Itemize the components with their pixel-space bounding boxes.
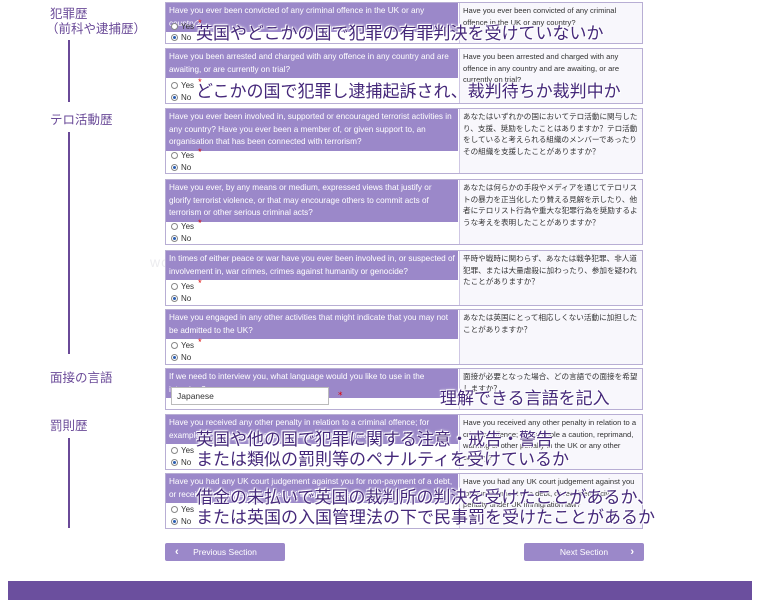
previous-section-label: Previous Section — [193, 547, 257, 557]
radio-yes[interactable]: Yes * — [171, 278, 202, 292]
question-text: Have you been arrested and charged with … — [166, 49, 458, 78]
question-row-other-activities: Have you engaged in any other activities… — [165, 309, 643, 365]
radio-circle[interactable] — [171, 342, 178, 349]
radio-yes[interactable]: Yes * — [171, 337, 202, 351]
radio-circle[interactable] — [171, 235, 178, 242]
radio-no[interactable]: No — [171, 92, 191, 103]
radio-circle[interactable] — [171, 94, 178, 101]
question-row-glorify-terrorism: Have you ever, by any means or medium, e… — [165, 179, 643, 245]
question-text: Have you ever, by any means or medium, e… — [166, 180, 458, 222]
radio-no[interactable]: No — [171, 457, 191, 468]
side-label-criminal-sub: （前科や逮捕歴） — [46, 21, 147, 36]
interview-language-input[interactable]: Japanese — [171, 387, 329, 405]
radio-yes[interactable]: Yes — [171, 504, 194, 515]
required-mark: * — [198, 218, 202, 228]
radio-circle[interactable] — [171, 295, 178, 302]
radio-no[interactable]: No — [171, 352, 191, 363]
radio-no[interactable]: No — [171, 516, 191, 527]
side-label-criminal: 犯罪歴 — [50, 6, 88, 21]
question-help-text: あなたは何らかの手段やメディアを通じてテロリストの暴力を正当化したり賛える見解を… — [459, 180, 642, 244]
annotation-overlay: 英国や他の国で犯罪に関する注意・戒告・警告 — [196, 430, 553, 450]
required-mark: * — [198, 147, 202, 157]
radio-circle[interactable] — [171, 34, 178, 41]
radio-circle[interactable] — [171, 506, 178, 513]
section-divider-line — [68, 132, 70, 354]
next-section-button[interactable]: Next Section › — [524, 543, 644, 561]
chevron-left-icon: ‹ — [175, 546, 179, 558]
question-row-war-crimes: In times of either peace or war have you… — [165, 250, 643, 306]
radio-yes[interactable]: Yes — [171, 445, 194, 456]
radio-circle[interactable] — [171, 164, 178, 171]
chevron-right-icon: › — [630, 546, 634, 558]
annotation-overlay: 理解できる言語を記入 — [440, 389, 610, 409]
radio-circle[interactable] — [171, 82, 178, 89]
radio-yes[interactable]: Yes * — [171, 218, 202, 232]
section-divider-line — [68, 40, 70, 102]
application-form-page: workingholiday-net.com working-net.com -… — [0, 0, 768, 600]
side-label-terrorism: テロ活動歴 — [50, 112, 113, 127]
annotation-overlay: または英国の入国管理法の下で民事罰を受けたことがあるか — [196, 508, 655, 528]
radio-circle[interactable] — [171, 354, 178, 361]
question-text: Have you ever been involved in, supporte… — [166, 109, 458, 151]
radio-circle[interactable] — [171, 152, 178, 159]
footer-bar — [8, 581, 752, 600]
question-help-text: 平時や戦時に関わらず、あなたは戦争犯罪、非人道犯罪、または大量虐殺に加わったり、… — [459, 251, 642, 305]
radio-no[interactable]: No — [171, 293, 191, 304]
question-text: In times of either peace or war have you… — [166, 251, 458, 280]
annotation-overlay: または類似の罰則等のペナルティを受けているか — [196, 450, 569, 470]
radio-circle[interactable] — [171, 447, 178, 454]
radio-no[interactable]: No — [171, 162, 191, 173]
required-mark: * — [198, 278, 202, 288]
next-section-label: Next Section — [559, 547, 609, 557]
radio-circle[interactable] — [171, 23, 178, 30]
radio-circle[interactable] — [171, 518, 178, 525]
question-help-text: あなたはいずれかの国においてテロ活動に関与したり、支援、奨励をしたことはあります… — [459, 109, 642, 173]
radio-no[interactable]: No — [171, 233, 191, 244]
annotation-overlay: 英国やどこかの国で犯罪の有罪判決を受けていないか — [196, 24, 604, 44]
previous-section-button[interactable]: ‹ Previous Section — [165, 543, 285, 561]
radio-yes[interactable]: Yes * — [171, 147, 202, 161]
question-help-text: あなたは英国にとって相応しくない活動に加担したことがありますか？ — [459, 310, 642, 364]
radio-circle[interactable] — [171, 223, 178, 230]
question-text: Have you engaged in any other activities… — [166, 310, 458, 339]
question-row-terrorist-activities: Have you ever been involved in, supporte… — [165, 108, 643, 174]
required-mark: * — [198, 337, 202, 347]
section-divider-line — [68, 438, 70, 528]
annotation-overlay: どこかの国で犯罪し逮捕起訴され、裁判待ちか裁判中か — [196, 82, 621, 102]
radio-no[interactable]: No — [171, 32, 191, 43]
radio-circle[interactable] — [171, 283, 178, 290]
side-label-interview-language: 面接の言語 — [50, 370, 113, 385]
radio-circle[interactable] — [171, 459, 178, 466]
side-label-penalty: 罰則歴 — [50, 418, 88, 433]
required-mark: * — [338, 391, 343, 401]
annotation-overlay: 借金の未払いで英国の裁判所の判決を受けたことがあるか、 — [196, 488, 655, 508]
